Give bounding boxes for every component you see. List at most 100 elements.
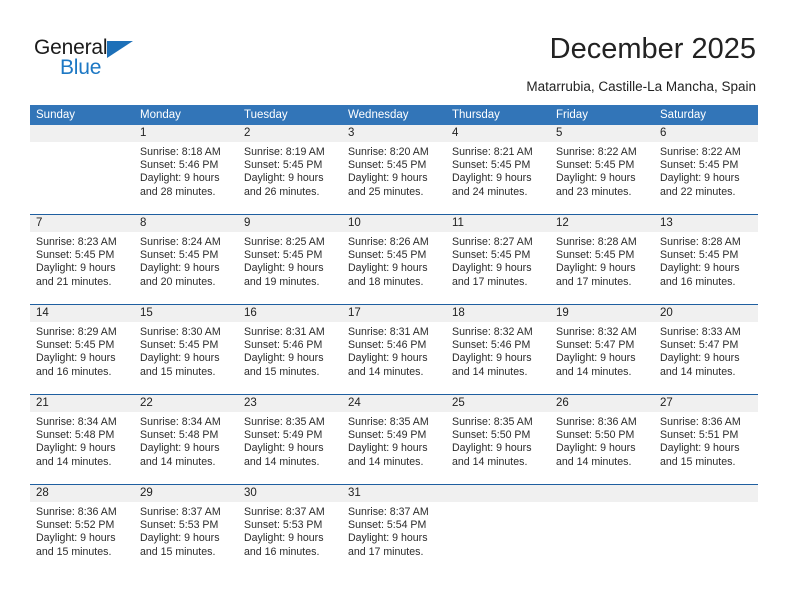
page-header: General Blue December 2025 Matarrubia, C…	[0, 0, 792, 100]
day-cell[interactable]: Sunrise: 8:35 AM Sunset: 5:50 PM Dayligh…	[446, 412, 550, 484]
day-number[interactable]: 5	[550, 125, 654, 142]
day-number[interactable]	[654, 485, 758, 502]
day-cell[interactable]: Sunrise: 8:20 AM Sunset: 5:45 PM Dayligh…	[342, 142, 446, 214]
day-number[interactable]: 28	[30, 485, 134, 502]
daylight-text-line2: and 14 minutes.	[244, 455, 320, 468]
day-cell[interactable]: Sunrise: 8:25 AM Sunset: 5:45 PM Dayligh…	[238, 232, 342, 304]
logo-triangle-icon	[107, 41, 133, 58]
sunrise-text: Sunrise: 8:30 AM	[140, 326, 221, 338]
day-number[interactable]: 24	[342, 395, 446, 412]
day-number[interactable]: 12	[550, 215, 654, 232]
day-cell[interactable]: Sunrise: 8:34 AM Sunset: 5:48 PM Dayligh…	[134, 412, 238, 484]
day-number[interactable]: 13	[654, 215, 758, 232]
date-number-band: 7 8 9 10 11 12 13	[30, 215, 758, 232]
day-cell[interactable]	[446, 502, 550, 574]
daylight-text-line1: Daylight: 9 hours	[140, 442, 220, 455]
day-number[interactable]: 19	[550, 305, 654, 322]
daylight-text-line2: and 17 minutes.	[556, 275, 632, 288]
day-number[interactable]: 21	[30, 395, 134, 412]
day-cell[interactable]	[654, 502, 758, 574]
day-cell[interactable]: Sunrise: 8:36 AM Sunset: 5:51 PM Dayligh…	[654, 412, 758, 484]
day-cell[interactable]: Sunrise: 8:35 AM Sunset: 5:49 PM Dayligh…	[238, 412, 342, 484]
daylight-text-line1: Daylight: 9 hours	[452, 172, 532, 185]
day-number[interactable]: 16	[238, 305, 342, 322]
sunset-text: Sunset: 5:45 PM	[348, 249, 427, 262]
day-number[interactable]: 8	[134, 215, 238, 232]
general-blue-logo[interactable]: General Blue	[34, 36, 164, 84]
sunset-text: Sunset: 5:48 PM	[36, 429, 115, 442]
sunset-text: Sunset: 5:45 PM	[452, 249, 531, 262]
day-cell[interactable]: Sunrise: 8:21 AM Sunset: 5:45 PM Dayligh…	[446, 142, 550, 214]
day-cell[interactable]: Sunrise: 8:18 AM Sunset: 5:46 PM Dayligh…	[134, 142, 238, 214]
day-number[interactable]: 29	[134, 485, 238, 502]
day-cell[interactable]: Sunrise: 8:36 AM Sunset: 5:52 PM Dayligh…	[30, 502, 134, 574]
day-number[interactable]: 4	[446, 125, 550, 142]
day-cell[interactable]: Sunrise: 8:23 AM Sunset: 5:45 PM Dayligh…	[30, 232, 134, 304]
day-cell[interactable]: Sunrise: 8:32 AM Sunset: 5:47 PM Dayligh…	[550, 322, 654, 394]
day-number[interactable]: 15	[134, 305, 238, 322]
day-cell[interactable]: Sunrise: 8:32 AM Sunset: 5:46 PM Dayligh…	[446, 322, 550, 394]
day-cell[interactable]: Sunrise: 8:36 AM Sunset: 5:50 PM Dayligh…	[550, 412, 654, 484]
day-number[interactable]: 10	[342, 215, 446, 232]
daylight-text-line2: and 19 minutes.	[244, 275, 320, 288]
day-number[interactable]: 27	[654, 395, 758, 412]
day-number[interactable]: 25	[446, 395, 550, 412]
day-number[interactable]: 11	[446, 215, 550, 232]
daylight-text-line1: Daylight: 9 hours	[452, 442, 532, 455]
day-number[interactable]	[446, 485, 550, 502]
day-number[interactable]: 17	[342, 305, 446, 322]
sunset-text: Sunset: 5:45 PM	[556, 159, 635, 172]
sunset-text: Sunset: 5:45 PM	[140, 339, 219, 352]
day-cell[interactable]	[30, 142, 134, 214]
day-cell[interactable]: Sunrise: 8:31 AM Sunset: 5:46 PM Dayligh…	[342, 322, 446, 394]
day-cell[interactable]: Sunrise: 8:34 AM Sunset: 5:48 PM Dayligh…	[30, 412, 134, 484]
day-cell[interactable]: Sunrise: 8:28 AM Sunset: 5:45 PM Dayligh…	[654, 232, 758, 304]
sunrise-text: Sunrise: 8:31 AM	[244, 326, 325, 338]
day-cell[interactable]: Sunrise: 8:30 AM Sunset: 5:45 PM Dayligh…	[134, 322, 238, 394]
day-number[interactable]: 7	[30, 215, 134, 232]
day-number[interactable]: 9	[238, 215, 342, 232]
daylight-text-line1: Daylight: 9 hours	[452, 352, 532, 365]
sunset-text: Sunset: 5:53 PM	[244, 519, 323, 532]
day-number[interactable]: 2	[238, 125, 342, 142]
day-number[interactable]: 26	[550, 395, 654, 412]
day-cell[interactable]: Sunrise: 8:35 AM Sunset: 5:49 PM Dayligh…	[342, 412, 446, 484]
day-cell[interactable]: Sunrise: 8:19 AM Sunset: 5:45 PM Dayligh…	[238, 142, 342, 214]
day-cell[interactable]: Sunrise: 8:22 AM Sunset: 5:45 PM Dayligh…	[654, 142, 758, 214]
day-number[interactable]: 30	[238, 485, 342, 502]
day-cell[interactable]	[550, 502, 654, 574]
day-cell[interactable]: Sunrise: 8:37 AM Sunset: 5:53 PM Dayligh…	[238, 502, 342, 574]
day-number[interactable]: 20	[654, 305, 758, 322]
day-number[interactable]: 14	[30, 305, 134, 322]
day-cell[interactable]: Sunrise: 8:37 AM Sunset: 5:54 PM Dayligh…	[342, 502, 446, 574]
calendar-week-row: 21 22 23 24 25 26 27 Sunrise: 8:34 AM Su…	[30, 394, 758, 484]
day-number[interactable]: 18	[446, 305, 550, 322]
daylight-text-line2: and 20 minutes.	[140, 275, 216, 288]
day-cell[interactable]: Sunrise: 8:37 AM Sunset: 5:53 PM Dayligh…	[134, 502, 238, 574]
day-cell[interactable]: Sunrise: 8:22 AM Sunset: 5:45 PM Dayligh…	[550, 142, 654, 214]
day-cell[interactable]: Sunrise: 8:29 AM Sunset: 5:45 PM Dayligh…	[30, 322, 134, 394]
day-number[interactable]: 3	[342, 125, 446, 142]
day-cell[interactable]: Sunrise: 8:24 AM Sunset: 5:45 PM Dayligh…	[134, 232, 238, 304]
day-number[interactable]: 1	[134, 125, 238, 142]
day-number[interactable]	[30, 125, 134, 142]
daylight-text-line2: and 15 minutes.	[140, 365, 216, 378]
daylight-text-line1: Daylight: 9 hours	[660, 352, 740, 365]
day-number[interactable]: 22	[134, 395, 238, 412]
daylight-text-line2: and 16 minutes.	[244, 545, 320, 558]
sunset-text: Sunset: 5:45 PM	[36, 249, 115, 262]
day-cell[interactable]: Sunrise: 8:33 AM Sunset: 5:47 PM Dayligh…	[654, 322, 758, 394]
daylight-text-line1: Daylight: 9 hours	[348, 262, 428, 275]
day-number[interactable]	[550, 485, 654, 502]
day-number[interactable]: 6	[654, 125, 758, 142]
day-number[interactable]: 23	[238, 395, 342, 412]
daylight-text-line1: Daylight: 9 hours	[348, 352, 428, 365]
day-cell[interactable]: Sunrise: 8:26 AM Sunset: 5:45 PM Dayligh…	[342, 232, 446, 304]
day-cell[interactable]: Sunrise: 8:28 AM Sunset: 5:45 PM Dayligh…	[550, 232, 654, 304]
day-number[interactable]: 31	[342, 485, 446, 502]
sunrise-text: Sunrise: 8:31 AM	[348, 326, 429, 338]
sunrise-text: Sunrise: 8:37 AM	[244, 506, 325, 518]
day-cell[interactable]: Sunrise: 8:27 AM Sunset: 5:45 PM Dayligh…	[446, 232, 550, 304]
day-cell[interactable]: Sunrise: 8:31 AM Sunset: 5:46 PM Dayligh…	[238, 322, 342, 394]
daylight-text-line1: Daylight: 9 hours	[660, 262, 740, 275]
